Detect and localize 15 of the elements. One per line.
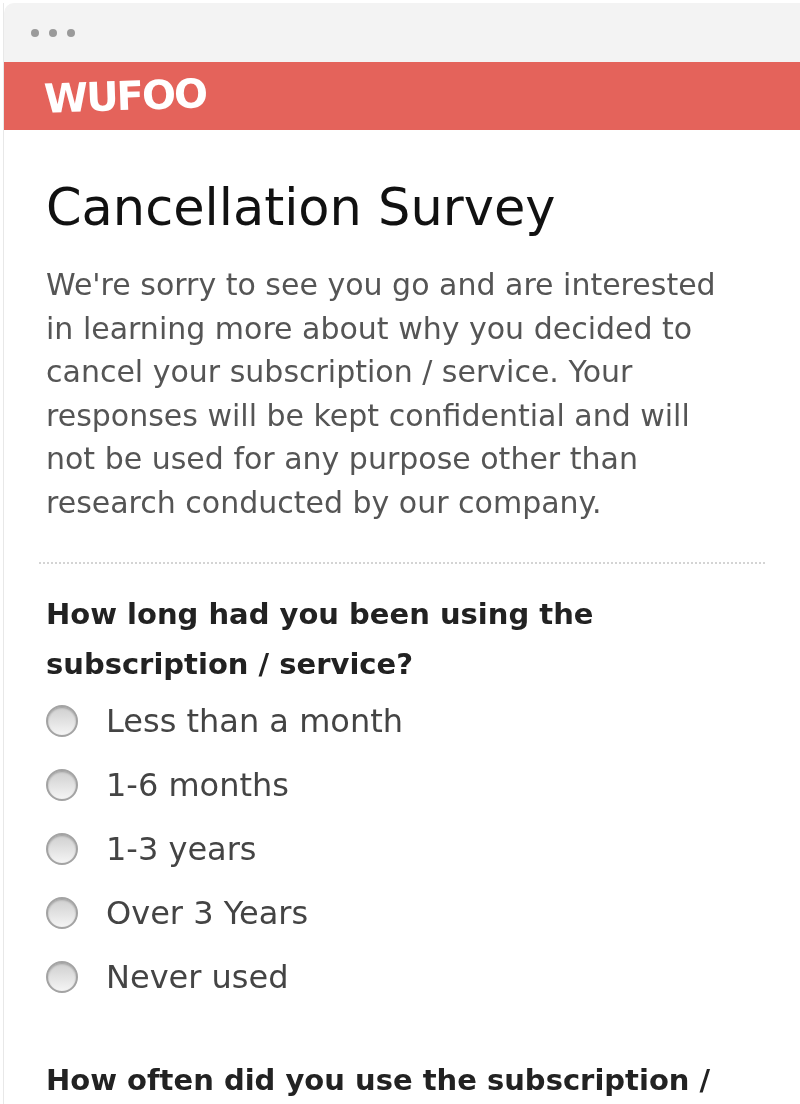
- question-label: How often did you use the subscription /: [46, 1062, 712, 1099]
- option-label: Never used: [106, 957, 289, 997]
- form-title: Cancellation Survey: [46, 178, 557, 238]
- radio-button[interactable]: [46, 897, 78, 929]
- logo: WUFOO: [43, 71, 207, 121]
- radio-button[interactable]: [46, 769, 78, 801]
- option-label: Less than a month: [106, 701, 403, 741]
- radio-button[interactable]: [46, 705, 78, 737]
- question-label: How long had you been using the subscription / service?: [46, 596, 595, 683]
- radio-button[interactable]: [46, 961, 78, 993]
- radio-button[interactable]: [46, 833, 78, 865]
- option-label: Over 3 Years: [106, 893, 309, 933]
- form-description: We're sorry to see you go and are interested in learning more about why you decided to cancel your subscription / service. Your responses will be kept confidential and will not be used for any purpose other than research conducted by our company.: [46, 266, 717, 522]
- option-label: 1-6 months: [106, 765, 289, 805]
- option-label: 1-3 years: [106, 829, 257, 869]
